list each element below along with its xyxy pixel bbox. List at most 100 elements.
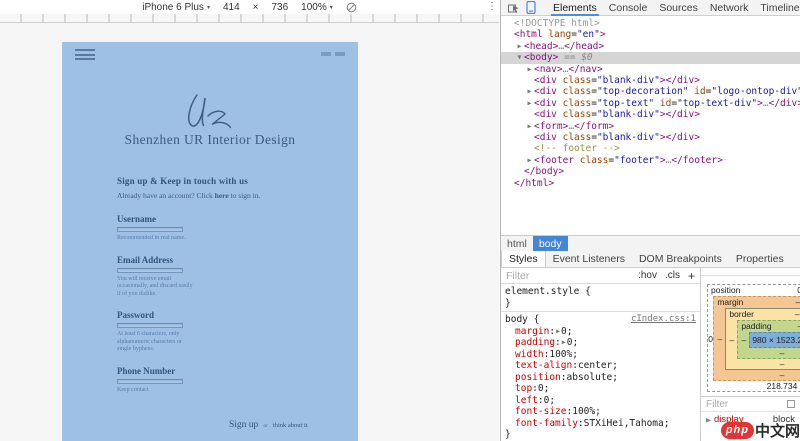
field-hint: At least 6 characters, only alphanumeric… (117, 331, 197, 354)
rotate-icon[interactable] (346, 2, 357, 13)
dom-node[interactable]: ▶<head>…</head> (501, 41, 800, 52)
padding-left-value[interactable]: – (738, 335, 749, 345)
field-hint: You will receive email occasionally, and… (117, 276, 197, 299)
dom-node[interactable]: ▶<form>…</form> (501, 121, 800, 132)
device-select[interactable]: iPhone 6 Plus ▾ (142, 2, 210, 13)
phone-number-input[interactable] (117, 379, 183, 384)
signin-note-text: to sign in. (229, 191, 261, 200)
css-property[interactable]: width:100%; (505, 349, 696, 361)
dom-node[interactable]: ▶<div class="top-text" id="top-text-div"… (501, 98, 800, 109)
dom-node[interactable]: <html lang="en"> (501, 29, 800, 40)
border-bottom-value[interactable]: – (726, 359, 800, 369)
box-model-diagram[interactable]: position0 0 margin– – border– – (707, 284, 800, 392)
tab-sources[interactable]: Sources (653, 0, 704, 16)
breadcrumb-html[interactable]: html (501, 236, 533, 251)
sidebar-tab-event-listeners[interactable]: Event Listeners (546, 251, 632, 267)
stylesheet-source-link[interactable]: cIndex.css:1 (631, 314, 696, 326)
zoom-select[interactable]: 100% ▾ (301, 2, 333, 13)
signup-submit[interactable]: Sign up (229, 420, 258, 430)
padding-top-value[interactable]: – (775, 321, 800, 332)
box-model-border-label: border (726, 309, 757, 320)
toggle-device-toolbar-icon[interactable] (526, 1, 536, 14)
field-label: Password (117, 310, 202, 320)
field-label: Email Address (117, 255, 202, 265)
inspect-element-icon[interactable] (508, 2, 520, 14)
watermark: php 中文网 (721, 420, 800, 441)
dom-node[interactable]: ▶<footer class="footer">…</footer> (501, 155, 800, 166)
dom-node[interactable]: <div class="blank-div"></div> (501, 109, 800, 120)
sidebar-tabs: StylesEvent ListenersDOM BreakpointsProp… (501, 251, 800, 268)
border-left-value[interactable]: – (726, 335, 737, 345)
content-size-value[interactable]: 980 × 1523.270 (749, 332, 800, 348)
more-options-icon[interactable]: ⋮ (487, 0, 497, 14)
media-query-ruler[interactable] (0, 14, 499, 23)
toggle-hover-state-button[interactable]: :hov (638, 270, 657, 281)
password-input[interactable] (117, 323, 183, 328)
computed-pane-header (701, 268, 800, 276)
show-all-checkbox[interactable] (787, 400, 795, 408)
tab-timeline[interactable]: Timeline (754, 0, 800, 16)
device-viewport: Shenzhen UR Interior Design Sign up & Ke… (62, 42, 358, 441)
dom-node[interactable]: <div class="blank-div"></div> (501, 132, 800, 143)
tab-console[interactable]: Console (603, 0, 654, 16)
field-hint: Recommended in real name. (117, 235, 197, 243)
page-canvas: Shenzhen UR Interior Design Sign up & Ke… (0, 23, 499, 441)
dom-node[interactable]: <!DOCTYPE html> (501, 18, 800, 29)
margin-left-value[interactable]: – (714, 334, 725, 344)
zoom-select-label: 100% (301, 2, 327, 13)
css-property[interactable]: font-size:100%; (505, 406, 696, 418)
hamburger-menu-icon[interactable] (75, 49, 95, 63)
css-property[interactable]: padding:▶0; (505, 337, 696, 349)
styles-pane: Filter :hov .cls + element.style {}body … (501, 268, 701, 441)
breadcrumb-body[interactable]: body (533, 236, 568, 251)
sign-in-link[interactable]: here (215, 191, 229, 200)
css-property[interactable]: top:0; (505, 383, 696, 395)
viewport-width-field[interactable]: 414 (223, 2, 240, 13)
styles-filter-input[interactable]: Filter (506, 270, 638, 282)
css-property[interactable]: font-family:STXiHei,Tahoma; (505, 418, 696, 430)
new-style-rule-button[interactable]: + (688, 269, 695, 283)
expand-arrow-icon[interactable]: ▶ (706, 416, 711, 424)
margin-top-value[interactable]: – (746, 297, 800, 308)
css-property[interactable]: position:absolute; (505, 372, 696, 384)
dom-node[interactable]: ▼<body> == $0 (501, 52, 800, 63)
styles-filter-row: Filter :hov .cls + (501, 268, 700, 284)
sidebar-tab-styles[interactable]: Styles (501, 251, 546, 267)
nav-mini-links[interactable] (321, 52, 345, 56)
border-top-value[interactable]: – (757, 309, 800, 320)
device-toolbar: iPhone 6 Plus ▾ 414 × 736 100% ▾ ⋮ (0, 0, 499, 14)
css-property[interactable]: margin:▶0; (505, 326, 696, 338)
margin-bottom-value[interactable]: – (714, 370, 800, 380)
dom-node[interactable]: </html> (501, 178, 800, 189)
email-address-input[interactable] (117, 268, 183, 273)
style-rule[interactable]: element.style {} (501, 284, 700, 312)
watermark-text: 中文网 (755, 420, 800, 441)
signin-note-text: Already have an account? Click (117, 191, 215, 200)
style-rule[interactable]: body {cIndex.css:1margin:▶0;padding:▶0;w… (501, 312, 700, 441)
signup-form: Sign up & Keep in touch with us Already … (117, 176, 202, 406)
css-property[interactable]: text-align:center; (505, 360, 696, 372)
toggle-class-button[interactable]: .cls (665, 270, 680, 281)
padding-bottom-value[interactable]: – (738, 348, 800, 358)
watermark-php-badge: php (721, 422, 754, 439)
viewport-height-field[interactable]: 736 (271, 2, 288, 13)
think-about-it-link[interactable]: think about it (273, 422, 308, 429)
computed-filter-input[interactable]: Filter (706, 399, 728, 410)
box-model-padding-label: padding (738, 321, 774, 332)
tab-elements[interactable]: Elements (547, 0, 603, 16)
sidebar-tab-dom-breakpoints[interactable]: DOM Breakpoints (632, 251, 729, 267)
dom-node[interactable]: <!-- footer --> (501, 143, 800, 154)
css-property[interactable]: left:0; (505, 395, 696, 407)
signin-note: Already have an account? Click here to s… (117, 191, 202, 200)
dom-node[interactable]: </body> (501, 166, 800, 177)
username-input[interactable] (117, 227, 183, 232)
tab-network[interactable]: Network (704, 0, 755, 16)
dom-node[interactable]: ▶<nav>…</nav> (501, 64, 800, 75)
position-bottom-value[interactable]: 218.734 (708, 381, 800, 391)
sidebar-tab-properties[interactable]: Properties (729, 251, 791, 267)
form-field: Phone NumberKeep contact (117, 366, 202, 395)
dom-node[interactable]: ▶<div class="top-decoration" id="logo-on… (501, 86, 800, 97)
dom-node[interactable]: <div class="blank-div"></div> (501, 75, 800, 86)
field-hint: Keep contact (117, 387, 197, 395)
position-top-value[interactable]: 0 (743, 285, 800, 296)
